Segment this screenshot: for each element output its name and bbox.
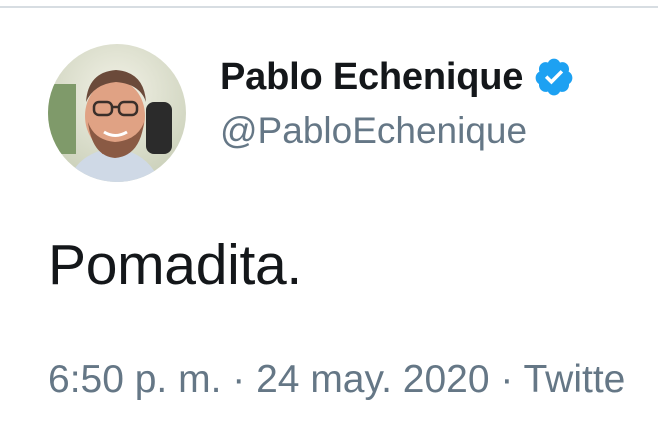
avatar-photo	[48, 44, 186, 182]
verified-badge-icon	[533, 56, 575, 98]
tweet-date[interactable]: 24 may. 2020	[256, 358, 489, 401]
avatar[interactable]	[48, 44, 186, 182]
author-handle[interactable]: @PabloEchenique	[220, 110, 527, 152]
top-divider	[0, 6, 658, 8]
meta-separator: ·	[221, 358, 257, 401]
tweet-metadata: 6:50 p. m. · 24 may. 2020 · Twitte	[48, 358, 625, 402]
tweet-source[interactable]: Twitte	[524, 358, 626, 401]
meta-separator: ·	[489, 358, 524, 401]
tweet-card: Pablo Echenique @PabloEchenique Pomadita…	[0, 0, 658, 434]
tweet-time[interactable]: 6:50 p. m.	[48, 358, 221, 401]
author-display-name[interactable]: Pablo Echenique	[220, 56, 523, 99]
tweet-text: Pomadita.	[48, 233, 302, 297]
author-name-row[interactable]: Pablo Echenique	[220, 52, 575, 102]
